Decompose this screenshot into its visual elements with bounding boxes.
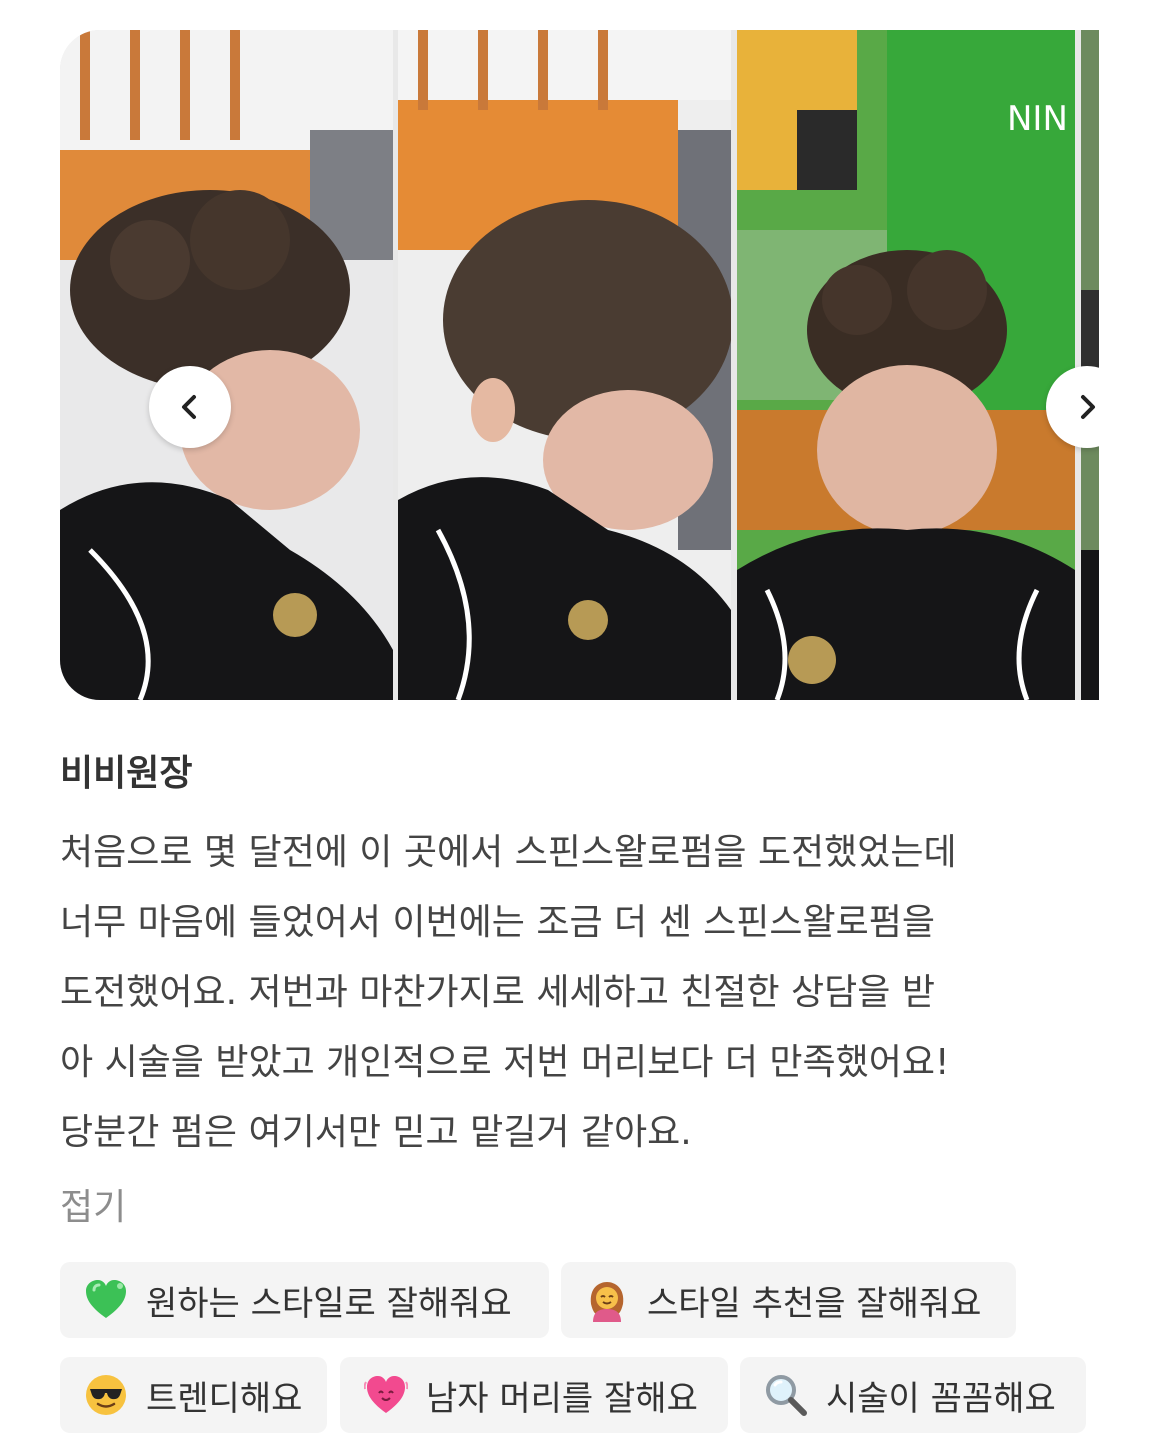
chevron-right-icon	[1074, 394, 1099, 420]
tag-label: 트렌디해요	[146, 1378, 303, 1419]
review-tag: 원하는 스타일로 잘해줘요	[60, 1262, 549, 1338]
review-line: 처음으로 몇 달전에 이 곳에서 스핀스왈로펌을 도전했었는데	[60, 832, 957, 873]
review-photo-1[interactable]	[60, 30, 393, 700]
collapse-button[interactable]: 접기	[60, 1178, 126, 1230]
review-tag: 남자 머리를 잘해요	[340, 1357, 728, 1433]
tag-label: 원하는 스타일로 잘해줘요	[146, 1283, 512, 1324]
pink-heart-icon	[362, 1371, 410, 1419]
magnifier-icon	[762, 1371, 810, 1419]
chevron-left-icon	[177, 394, 203, 420]
photo-carousel[interactable]: NIN	[60, 30, 1099, 700]
review-line: 너무 마음에 들었어서 이번에는 조금 더 센 스핀스왈로펌을	[60, 902, 935, 943]
review-photo-2[interactable]	[398, 30, 731, 700]
green-heart-icon	[82, 1276, 130, 1324]
review-line: 당분간 펌은 여기서만 믿고 맡길거 같아요.	[60, 1112, 692, 1153]
sunglasses-face-icon	[82, 1371, 130, 1419]
review-body: 처음으로 몇 달전에 이 곳에서 스핀스왈로펌을 도전했었는데 너무 마음에 들…	[60, 818, 1110, 1168]
woman-emoji-icon	[583, 1276, 631, 1324]
carousel-prev-button[interactable]	[149, 366, 231, 448]
svg-text:NIN: NIN	[1007, 99, 1068, 139]
review-author: 비비원장	[60, 753, 193, 794]
review-photo-3[interactable]: NIN	[737, 30, 1075, 700]
tag-label: 남자 머리를 잘해요	[426, 1378, 698, 1419]
review-tag: 트렌디해요	[60, 1357, 327, 1433]
tag-label: 시술이 꼼꼼해요	[826, 1378, 1056, 1419]
review-line: 아 시술을 받았고 개인적으로 저번 머리보다 더 만족했어요!	[60, 1042, 950, 1083]
tag-label: 스타일 추천을 잘해줘요	[647, 1283, 982, 1324]
review-line: 도전했어요. 저번과 마찬가지로 세세하고 친절한 상담을 받	[60, 972, 935, 1013]
review-tag: 시술이 꼼꼼해요	[740, 1357, 1086, 1433]
review-photo-4[interactable]	[1081, 30, 1099, 700]
review-tag: 스타일 추천을 잘해줘요	[561, 1262, 1016, 1338]
